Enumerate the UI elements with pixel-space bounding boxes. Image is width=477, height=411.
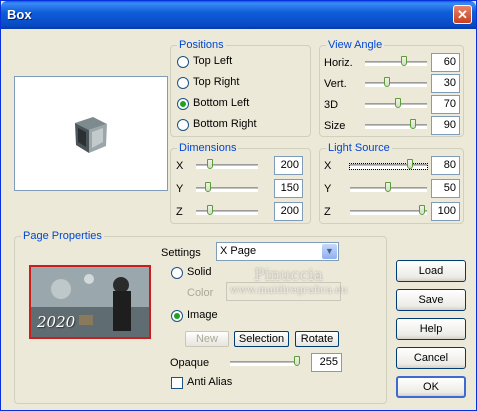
selection-button[interactable]: Selection	[234, 331, 289, 347]
size-slider-track[interactable]	[365, 124, 427, 129]
size-slider-thumb[interactable]	[410, 119, 416, 129]
positions-legend: Positions	[179, 39, 224, 51]
light-x-label: X	[324, 160, 332, 172]
size-label: Size	[324, 120, 346, 132]
radio-solid[interactable]	[171, 267, 183, 279]
chevron-down-icon[interactable]: ▼	[322, 244, 337, 259]
ok-button[interactable]: OK	[396, 376, 466, 398]
radio-image[interactable]	[171, 310, 183, 322]
dialog-body: Positions Top Left Top Right Bottom Left…	[4, 29, 473, 408]
window-title: Box	[7, 7, 32, 22]
title-bar[interactable]: Box ✕	[1, 1, 476, 29]
dim-x-input[interactable]: 200	[274, 156, 303, 175]
opaque-label: Opaque	[170, 357, 210, 369]
dim-z-label: Z	[176, 206, 183, 218]
page-thumbnail: 2020	[29, 265, 151, 339]
light-x-slider-thumb[interactable]	[407, 159, 413, 169]
cancel-button[interactable]: Cancel	[396, 347, 466, 369]
help-button[interactable]: Help	[396, 318, 466, 340]
radio-solid-label[interactable]: Solid	[187, 266, 211, 278]
cube-preview	[14, 76, 168, 191]
dim-y-slider-thumb[interactable]	[205, 182, 211, 192]
thumbnail-year: 2020	[37, 313, 76, 331]
light-y-input[interactable]: 50	[431, 179, 460, 198]
page-properties-legend: Page Properties	[23, 230, 102, 242]
view-angle-legend: View Angle	[328, 39, 383, 51]
light-z-slider-track[interactable]	[350, 210, 427, 215]
vert-slider-track[interactable]	[365, 82, 427, 87]
light-source-legend: Light Source	[328, 142, 390, 154]
close-icon: ✕	[457, 7, 468, 22]
light-z-label: Z	[324, 206, 331, 218]
settings-select-value: X Page	[220, 245, 257, 257]
rotate-button[interactable]: Rotate	[295, 331, 339, 347]
opaque-slider-thumb[interactable]	[294, 356, 300, 366]
settings-select[interactable]: X Page ▼	[216, 242, 339, 261]
watermark-name: Pinuccia	[254, 265, 324, 284]
size-input[interactable]: 90	[431, 116, 460, 135]
3d-input[interactable]: 70	[431, 95, 460, 114]
dimensions-legend: Dimensions	[179, 142, 237, 154]
dim-z-slider-track[interactable]	[196, 210, 258, 215]
box-dialog: Box ✕ Positions Top Left Top Right Botto…	[0, 0, 477, 411]
anti-alias-checkbox[interactable]	[171, 377, 183, 389]
horiz-input[interactable]: 60	[431, 53, 460, 72]
light-z-slider-thumb[interactable]	[419, 205, 425, 215]
cube-preview-icon	[75, 117, 107, 153]
vert-label: Vert.	[324, 78, 347, 90]
vert-input[interactable]: 30	[431, 74, 460, 93]
light-z-input[interactable]: 100	[431, 202, 460, 221]
radio-bottom-left-label[interactable]: Bottom Left	[193, 97, 249, 109]
radio-bottom-left[interactable]	[177, 98, 189, 110]
settings-label: Settings	[161, 247, 201, 259]
horiz-slider-thumb[interactable]	[401, 56, 407, 66]
dim-z-input[interactable]: 200	[274, 202, 303, 221]
anti-alias-label[interactable]: Anti Alias	[187, 376, 232, 388]
radio-top-left-label[interactable]: Top Left	[193, 55, 232, 67]
vert-slider-thumb[interactable]	[384, 77, 390, 87]
dim-x-slider-thumb[interactable]	[207, 159, 213, 169]
dim-x-slider-track[interactable]	[196, 164, 258, 169]
radio-image-label[interactable]: Image	[187, 309, 218, 321]
new-button[interactable]: New	[185, 331, 229, 347]
horiz-slider-track[interactable]	[365, 61, 427, 66]
opaque-input[interactable]: 255	[311, 353, 342, 372]
close-button[interactable]: ✕	[453, 5, 472, 24]
dim-z-slider-thumb[interactable]	[207, 205, 213, 215]
radio-top-left[interactable]	[177, 56, 189, 68]
horiz-label: Horiz.	[324, 57, 353, 69]
save-button[interactable]: Save	[396, 289, 466, 311]
dim-y-input[interactable]: 150	[274, 179, 303, 198]
watermark-url: www.maidiregrafica.eu	[230, 285, 348, 296]
3d-label: 3D	[324, 99, 339, 111]
light-x-slider-track[interactable]	[349, 163, 428, 170]
radio-bottom-right[interactable]	[177, 119, 189, 131]
color-label: Color	[187, 287, 214, 299]
radio-top-right[interactable]	[177, 77, 189, 89]
dim-y-label: Y	[176, 183, 184, 195]
light-y-label: Y	[324, 183, 332, 195]
radio-bottom-right-label[interactable]: Bottom Right	[193, 118, 257, 130]
radio-top-right-label[interactable]: Top Right	[193, 76, 239, 88]
3d-slider-thumb[interactable]	[395, 98, 401, 108]
light-x-input[interactable]: 80	[431, 156, 460, 175]
load-button[interactable]: Load	[396, 260, 466, 282]
opaque-slider-track[interactable]	[230, 361, 300, 366]
dim-x-label: X	[176, 160, 184, 172]
light-y-slider-thumb[interactable]	[385, 182, 391, 192]
